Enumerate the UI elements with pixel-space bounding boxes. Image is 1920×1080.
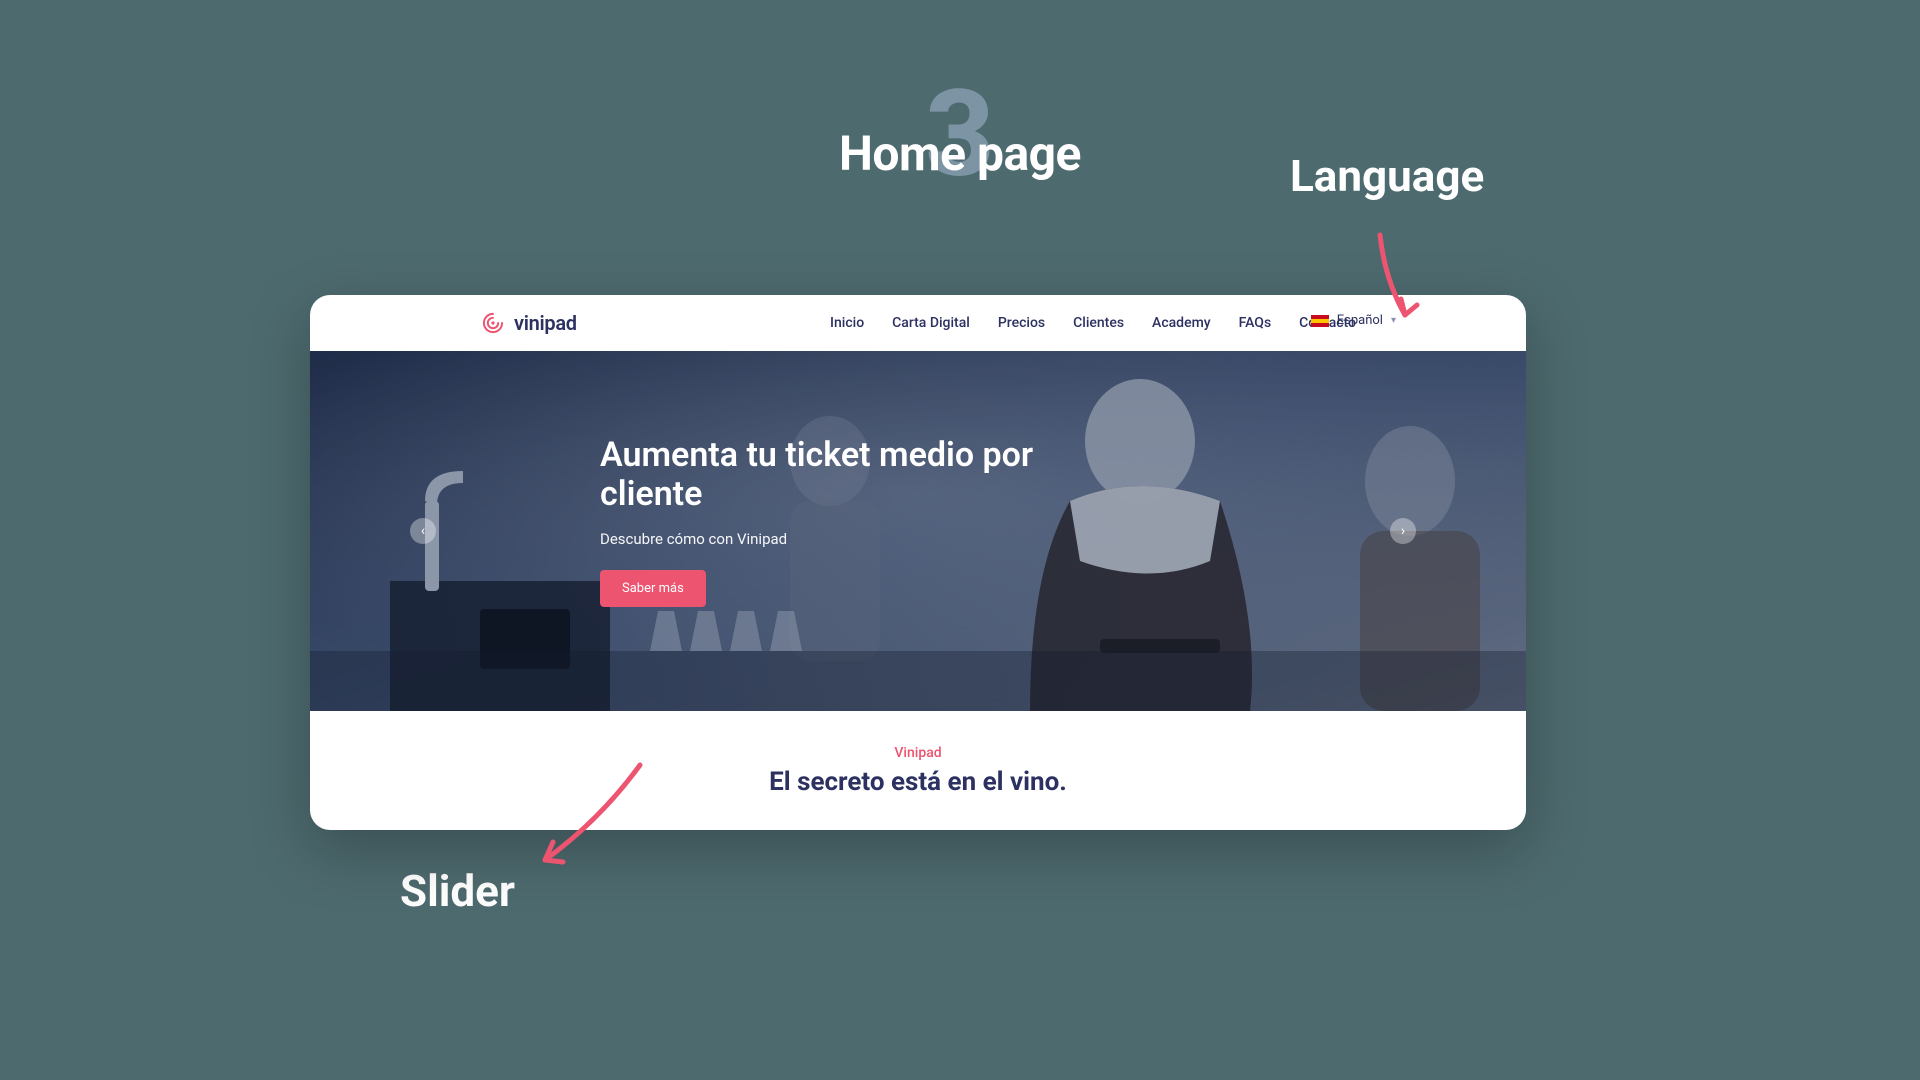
annotation-slider: Slider bbox=[400, 865, 515, 917]
chevron-left-icon: ‹ bbox=[421, 523, 425, 539]
hero-cta-button[interactable]: Saber más bbox=[600, 570, 706, 607]
section-title: El secreto está en el vino. bbox=[310, 767, 1526, 797]
annotation-arrow-slider bbox=[530, 760, 650, 870]
nav-item-carta-digital[interactable]: Carta Digital bbox=[892, 315, 970, 331]
nav-item-faqs[interactable]: FAQs bbox=[1239, 315, 1272, 331]
slider-next-button[interactable]: › bbox=[1390, 518, 1416, 544]
section-intro: Vinipad El secreto está en el vino. bbox=[310, 711, 1526, 797]
annotation-arrow-language bbox=[1360, 230, 1420, 320]
hero-subtitle: Descubre cómo con Vinipad bbox=[600, 530, 1080, 548]
website-preview-card: vinipad Inicio Carta Digital Precios Cli… bbox=[310, 295, 1526, 830]
vinipad-logo-icon bbox=[480, 310, 506, 336]
nav-item-inicio[interactable]: Inicio bbox=[830, 315, 864, 331]
section-kicker: Vinipad bbox=[310, 745, 1526, 761]
top-nav: vinipad Inicio Carta Digital Precios Cli… bbox=[310, 295, 1526, 351]
hero-slider: ‹ › Aumenta tu ticket medio por cliente … bbox=[310, 351, 1526, 711]
brand-name: vinipad bbox=[514, 311, 577, 335]
slider-prev-button[interactable]: ‹ bbox=[410, 518, 436, 544]
nav-links: Inicio Carta Digital Precios Clientes Ac… bbox=[830, 315, 1356, 331]
chevron-right-icon: › bbox=[1401, 523, 1405, 539]
annotation-language: Language bbox=[1290, 150, 1484, 202]
hero-content: Aumenta tu ticket medio por cliente Desc… bbox=[600, 436, 1080, 607]
nav-item-academy[interactable]: Academy bbox=[1152, 315, 1211, 331]
brand-logo[interactable]: vinipad bbox=[480, 310, 577, 336]
annotation-home-page: Home page bbox=[839, 125, 1081, 182]
hero-headline: Aumenta tu ticket medio por cliente bbox=[600, 436, 1080, 514]
nav-item-clientes[interactable]: Clientes bbox=[1073, 315, 1124, 331]
spain-flag-icon bbox=[1311, 315, 1329, 327]
nav-item-precios[interactable]: Precios bbox=[998, 315, 1045, 331]
